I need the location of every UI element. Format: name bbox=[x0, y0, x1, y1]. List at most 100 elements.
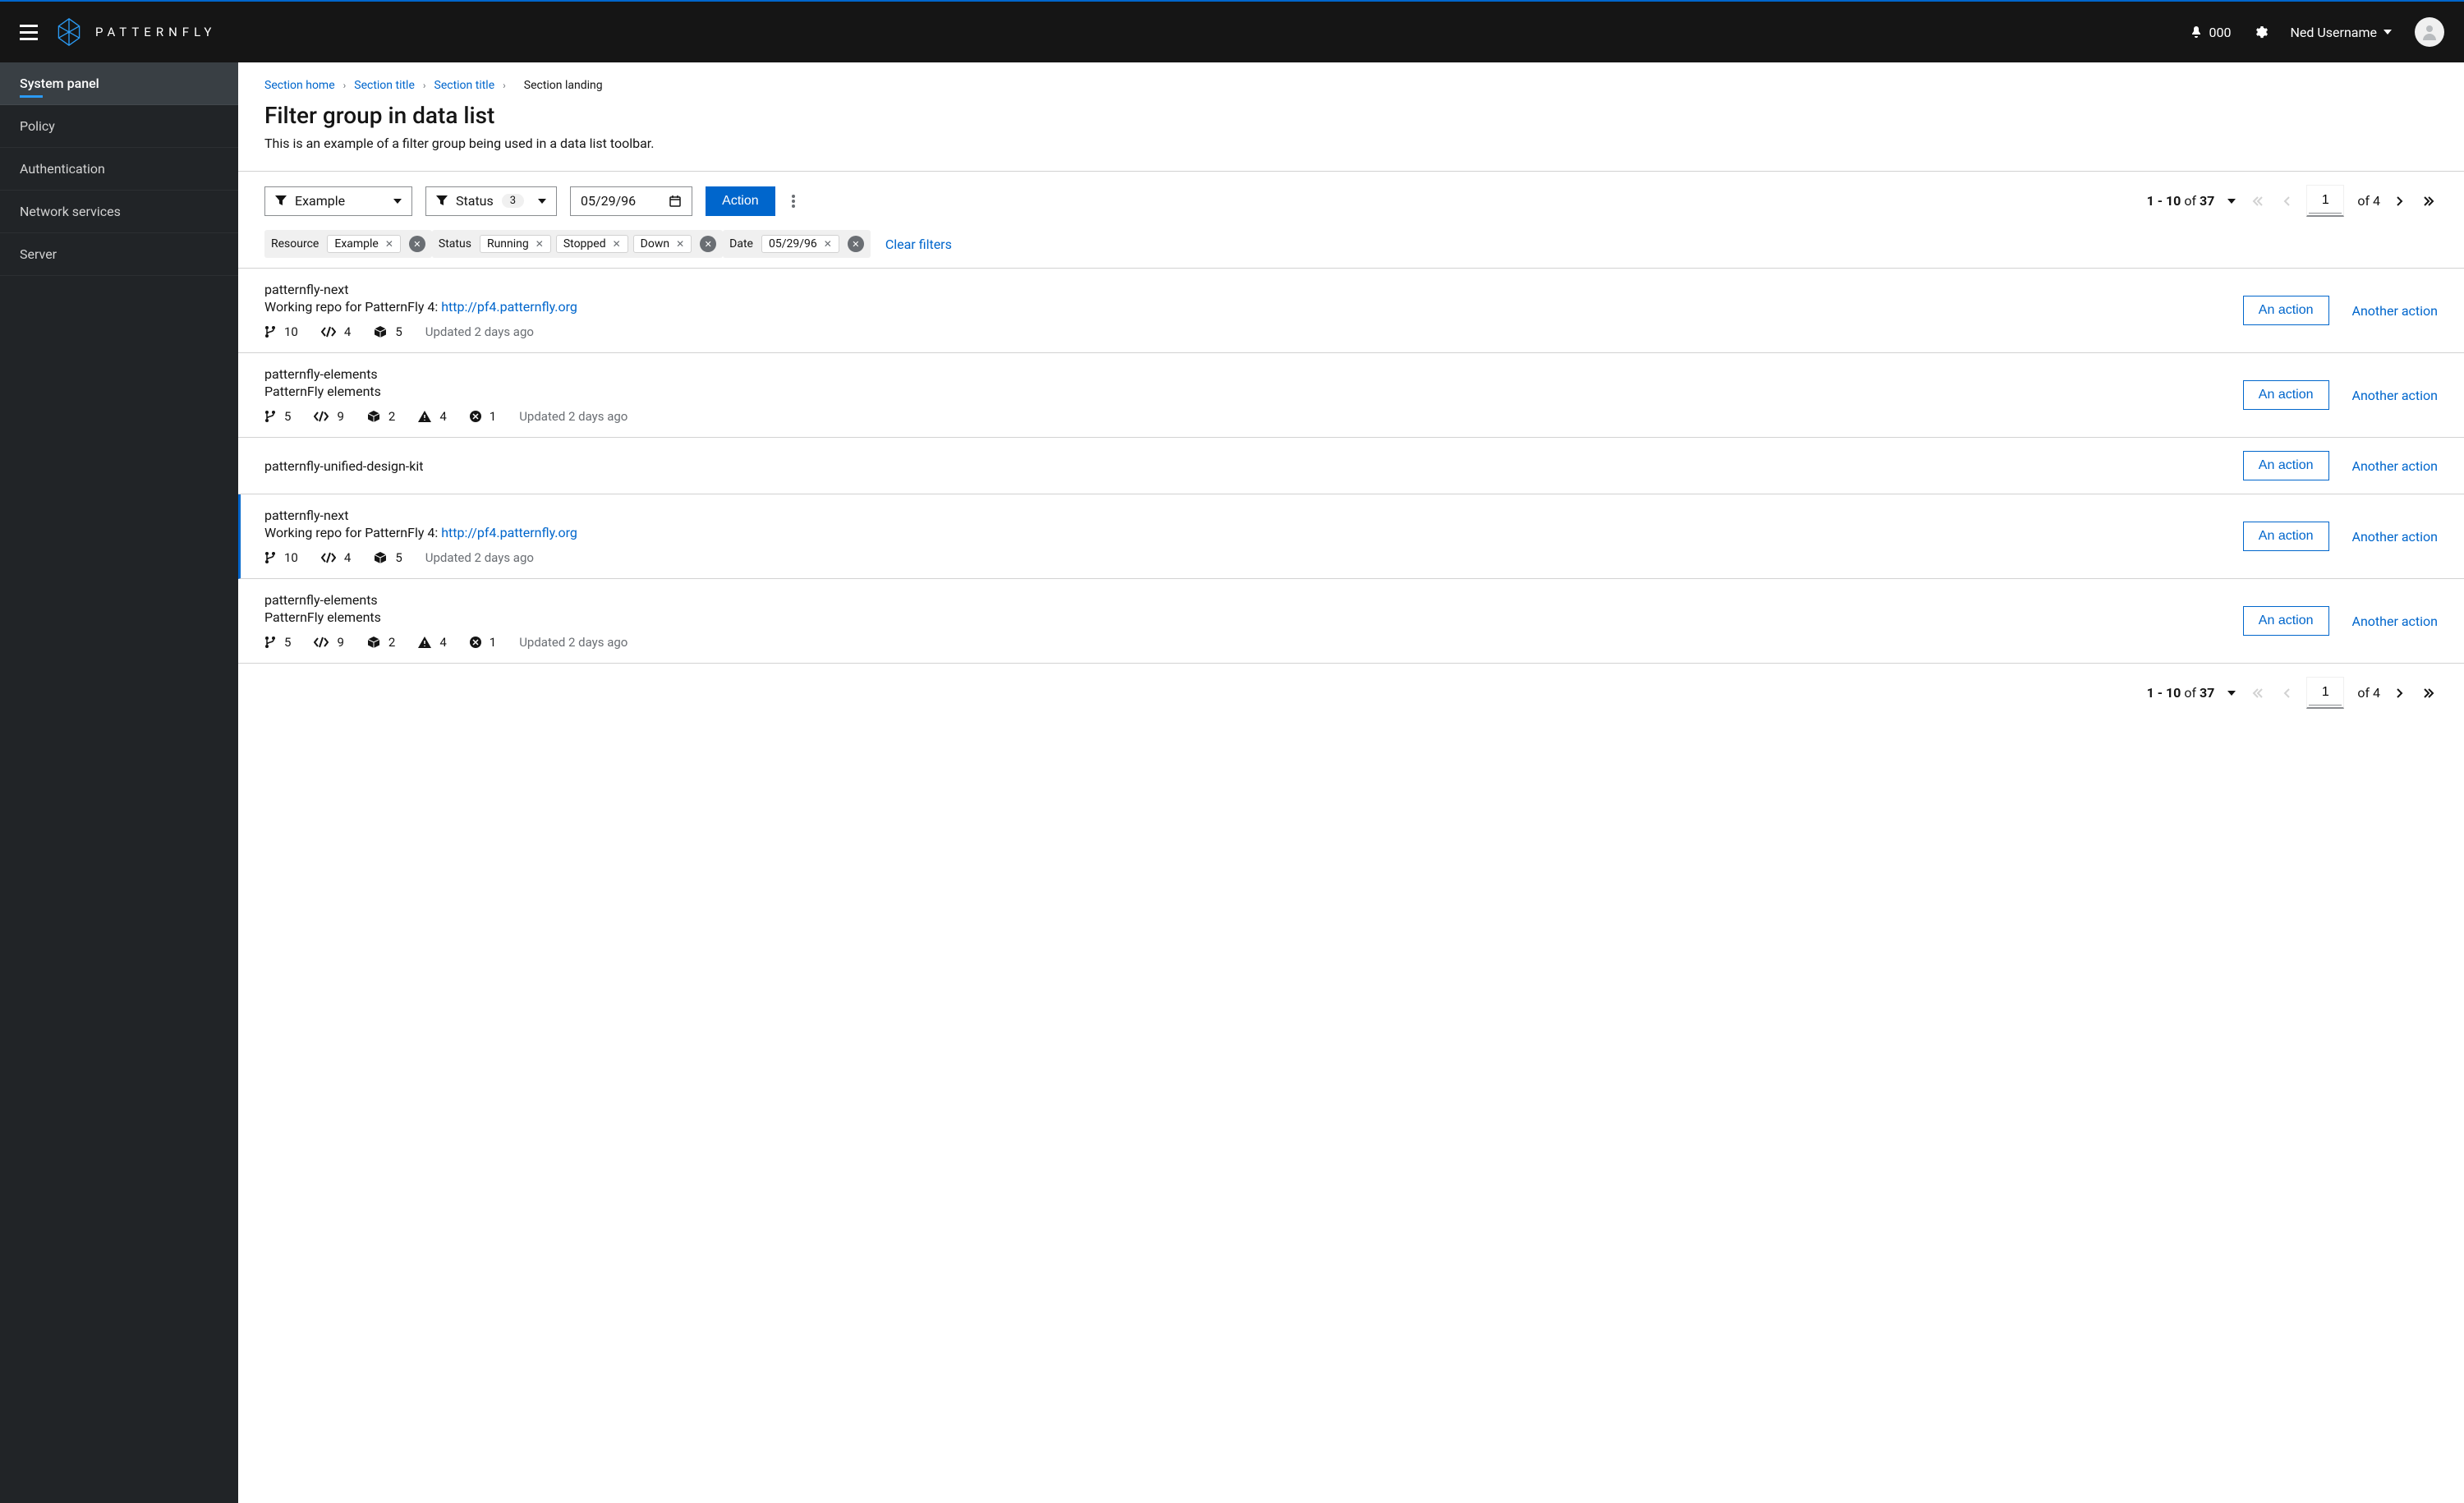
username: Ned Username bbox=[2291, 25, 2377, 40]
list-item[interactable]: patternfly-nextWorking repo for PatternF… bbox=[238, 494, 2464, 579]
nav-toggle-button[interactable] bbox=[20, 25, 38, 40]
stat-fork: 10 bbox=[264, 550, 298, 565]
date-input[interactable]: 05/29/96 bbox=[570, 186, 692, 216]
cube-icon bbox=[374, 551, 387, 564]
pagination-prev[interactable] bbox=[2280, 195, 2293, 207]
chip-close[interactable]: ✕ bbox=[385, 238, 393, 250]
code-icon bbox=[314, 637, 329, 648]
angle-left-icon bbox=[2283, 195, 2290, 207]
toolbar-row: Example Status 3 05/29/96 Action bbox=[264, 185, 2438, 217]
page-input-wrap bbox=[2306, 677, 2344, 709]
chip: 05/29/96✕ bbox=[761, 235, 839, 253]
breadcrumb-link[interactable]: Section title bbox=[354, 79, 415, 92]
sidebar-item[interactable]: Authentication bbox=[0, 148, 238, 191]
ellipsis-v-icon bbox=[792, 195, 795, 208]
item-action-button[interactable]: An action bbox=[2243, 522, 2329, 551]
pagination-next[interactable] bbox=[2393, 195, 2407, 207]
sidebar-item[interactable]: Server bbox=[0, 233, 238, 276]
toolbar-pagination: 1 - 10 of 37 of 4 bbox=[2147, 185, 2438, 217]
item-secondary-action[interactable]: Another action bbox=[2352, 388, 2438, 403]
filter-label: Example bbox=[295, 193, 345, 209]
caret-down-icon bbox=[2384, 30, 2392, 34]
avatar[interactable] bbox=[2415, 17, 2444, 47]
pagination-range: 1 - 10 of 37 bbox=[2147, 193, 2215, 209]
item-actions: An action Another action bbox=[2243, 606, 2438, 636]
chip-group-close[interactable]: ✕ bbox=[848, 236, 864, 252]
sidebar-item[interactable]: Policy bbox=[0, 105, 238, 148]
list-item[interactable]: patternfly-elementsPatternFly elements59… bbox=[238, 353, 2464, 438]
item-action-button[interactable]: An action bbox=[2243, 296, 2329, 325]
chip-group: Date05/29/96✕✕ bbox=[723, 230, 871, 258]
chip-close[interactable]: ✕ bbox=[613, 238, 621, 250]
item-actions: An action Another action bbox=[2243, 296, 2438, 325]
chip: Running ✕ bbox=[480, 235, 551, 253]
angle-double-right-icon bbox=[2423, 195, 2434, 207]
pagination-first[interactable] bbox=[2249, 687, 2267, 699]
notifications-button[interactable]: 000 bbox=[2190, 25, 2232, 40]
caret-down-icon[interactable] bbox=[2227, 199, 2236, 204]
item-actions: An action Another action bbox=[2243, 522, 2438, 551]
action-button[interactable]: Action bbox=[706, 186, 775, 216]
chip-close[interactable]: ✕ bbox=[676, 238, 684, 250]
item-action-button[interactable]: An action bbox=[2243, 451, 2329, 480]
pagination-last[interactable] bbox=[2420, 195, 2438, 207]
pagination-prev[interactable] bbox=[2280, 687, 2293, 699]
sidebar-item[interactable]: System panel bbox=[0, 62, 238, 105]
item-link[interactable]: http://pf4.patternfly.org bbox=[441, 299, 577, 315]
chip-text: Stopped bbox=[563, 237, 606, 250]
angle-double-left-icon bbox=[2252, 687, 2264, 699]
page-number-input[interactable] bbox=[2309, 187, 2342, 214]
chip-group-close[interactable]: ✕ bbox=[409, 236, 425, 252]
stat-code: 9 bbox=[314, 409, 343, 424]
chip-text: Example bbox=[334, 237, 378, 250]
pagination-first[interactable] bbox=[2249, 195, 2267, 207]
pagination-next[interactable] bbox=[2393, 687, 2407, 699]
kebab-menu[interactable] bbox=[788, 195, 798, 208]
list-item[interactable]: patternfly-nextWorking repo for PatternF… bbox=[238, 269, 2464, 353]
stat-code: 9 bbox=[314, 635, 343, 650]
list-item[interactable]: patternfly-elementsPatternFly elements59… bbox=[238, 579, 2464, 664]
item-description: Working repo for PatternFly 4: http://pf… bbox=[264, 525, 2243, 540]
chip-group-close[interactable]: ✕ bbox=[700, 236, 716, 252]
code-branch-icon bbox=[264, 551, 276, 564]
warning-icon bbox=[418, 637, 431, 648]
page-input-wrap bbox=[2306, 185, 2344, 217]
chip-close[interactable]: ✕ bbox=[824, 238, 832, 250]
pagination-last[interactable] bbox=[2420, 687, 2438, 699]
breadcrumb-current: Section landing bbox=[524, 79, 603, 92]
item-title: patternfly-elements bbox=[264, 592, 2243, 608]
filter-resource-select[interactable]: Example bbox=[264, 186, 412, 216]
breadcrumb-separator: › bbox=[503, 80, 506, 91]
user-menu[interactable]: Ned Username bbox=[2291, 25, 2392, 40]
breadcrumb-link[interactable]: Section home bbox=[264, 79, 335, 92]
caret-down-icon[interactable] bbox=[2227, 691, 2236, 696]
pagination-range: 1 - 10 of 37 bbox=[2147, 685, 2215, 701]
item-actions: An action Another action bbox=[2243, 451, 2438, 480]
item-secondary-action[interactable]: Another action bbox=[2352, 458, 2438, 474]
sidebar-item[interactable]: Network services bbox=[0, 191, 238, 233]
chip-text: Running bbox=[487, 237, 529, 250]
stat-warning: 4 bbox=[418, 635, 446, 650]
angle-left-icon bbox=[2283, 687, 2290, 699]
item-link[interactable]: http://pf4.patternfly.org bbox=[441, 525, 577, 540]
item-secondary-action[interactable]: Another action bbox=[2352, 529, 2438, 545]
page-of-label: of 4 bbox=[2357, 193, 2380, 209]
user-icon bbox=[2420, 22, 2439, 42]
masthead-right: 000 Ned Username bbox=[2190, 17, 2444, 47]
item-updated: Updated 2 days ago bbox=[425, 324, 534, 339]
filter-status-select[interactable]: Status 3 bbox=[425, 186, 557, 216]
item-description: Working repo for PatternFly 4: http://pf… bbox=[264, 299, 2243, 315]
clear-filters-link[interactable]: Clear filters bbox=[885, 237, 952, 252]
chip-close[interactable]: ✕ bbox=[536, 238, 544, 250]
breadcrumb-link[interactable]: Section title bbox=[434, 79, 495, 92]
item-secondary-action[interactable]: Another action bbox=[2352, 614, 2438, 629]
stat-fork: 5 bbox=[264, 409, 291, 424]
item-action-button[interactable]: An action bbox=[2243, 606, 2329, 636]
item-action-button[interactable]: An action bbox=[2243, 380, 2329, 410]
brand-logo[interactable]: PATTERNFLY bbox=[54, 17, 216, 47]
settings-button[interactable] bbox=[2255, 25, 2268, 39]
item-secondary-action[interactable]: Another action bbox=[2352, 303, 2438, 319]
list-item[interactable]: patternfly-unified-design-kitAn actionAn… bbox=[238, 438, 2464, 494]
notification-count: 000 bbox=[2209, 25, 2232, 40]
chip: Example ✕ bbox=[327, 235, 401, 253]
